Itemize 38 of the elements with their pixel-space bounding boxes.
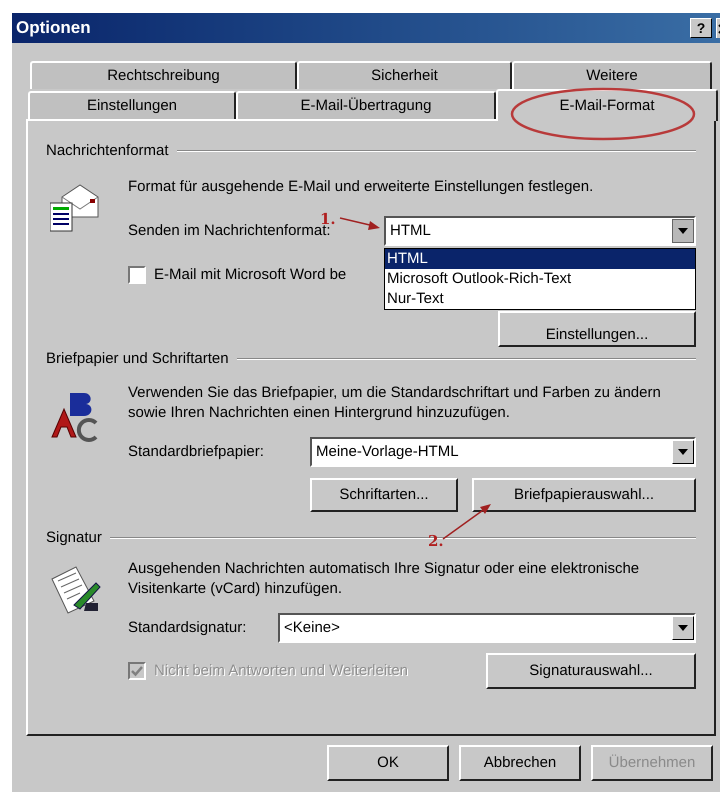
group-title: Briefpapier und Schriftarten — [46, 348, 229, 369]
fonts-button[interactable]: Schriftarten... — [310, 478, 458, 512]
stationery-select-button[interactable]: Briefpapierauswahl... — [472, 478, 696, 512]
dropdown-field[interactable]: <Keine> — [278, 613, 696, 643]
tab[interactable]: E-Mail-Übertragung — [236, 91, 496, 119]
annotation-arrow — [442, 504, 491, 540]
help-button[interactable]: ? — [690, 18, 712, 38]
dropdown-option[interactable]: Nur-Text — [385, 289, 695, 309]
tab[interactable]: Weitere — [512, 61, 712, 89]
checkbox[interactable] — [128, 266, 146, 284]
dropdown-field[interactable]: HTML — [384, 216, 696, 246]
field-label: Standardbriefpapier: — [128, 442, 264, 462]
annotation-arrow — [340, 217, 380, 230]
description-text: Format für ausgehende E-Mail und erweiterte Einstellungen festlegen. — [128, 177, 594, 197]
dropdown-option[interactable]: Microsoft Outlook-Rich-Text — [385, 269, 695, 289]
tab[interactable]: Sicherheit — [297, 61, 512, 89]
group-title: Nachrichtenformat — [46, 140, 169, 161]
window-title: Optionen — [16, 17, 92, 40]
dropdown-arrow-icon — [678, 228, 688, 234]
dropdown-field[interactable]: Meine-Vorlage-HTML — [310, 437, 696, 467]
tab[interactable]: E-Mail-Format — [496, 89, 718, 121]
cancel-button[interactable]: Abbrechen — [459, 745, 581, 781]
settings-button[interactable]: Einstellungen... — [498, 310, 696, 346]
checkbox-label: Nicht beim Antworten und Weiterleiten — [154, 660, 408, 681]
tab[interactable]: Einstellungen — [28, 91, 236, 119]
dropdown-arrow-icon — [678, 449, 688, 455]
dropdown-option[interactable]: HTML — [385, 249, 695, 269]
dropdown-arrow-icon — [678, 625, 688, 631]
signature-pen-icon — [50, 565, 102, 615]
signature-select-button[interactable]: Signaturauswahl... — [486, 653, 696, 689]
description-text: Verwenden Sie das Briefpapier, um die Standardschriftart und Farben zu ändern sowie Ihren Nachrichten einen Hintergrund hinzuzufügen. — [128, 383, 662, 423]
tab[interactable]: Rechtschreibung — [30, 61, 297, 89]
annotation-label: 2. — [428, 531, 444, 552]
field-label: Standardsignatur: — [128, 618, 246, 638]
checkbox-label: E-Mail mit Microsoft Word be — [154, 265, 346, 285]
description-text: Ausgehenden Nachrichten automatisch Ihre Signatur oder eine elektronische Visitenkarte (vCard) hinzufügen. — [128, 559, 640, 599]
group-title: Signatur — [46, 528, 102, 548]
ok-button[interactable]: OK — [327, 745, 449, 781]
